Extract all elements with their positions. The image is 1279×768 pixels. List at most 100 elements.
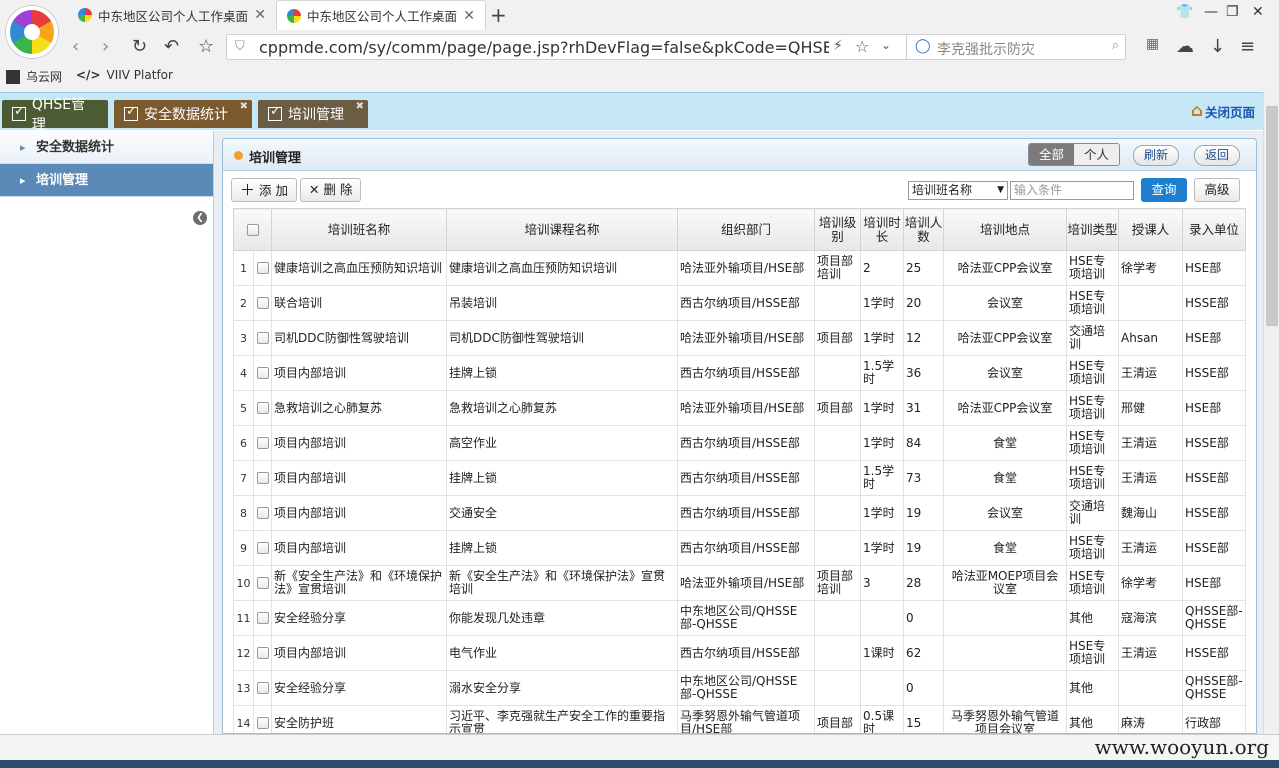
row-select-cell[interactable]	[253, 565, 272, 601]
col-header[interactable]: 培训类型	[1066, 208, 1119, 251]
col-header[interactable]: 培训课程名称	[446, 208, 678, 251]
chevron-down-icon[interactable]: ⌄	[881, 38, 891, 52]
course-name-cell[interactable]: 急救培训之心肺复苏	[446, 390, 678, 426]
course-name-cell[interactable]: 高空作业	[446, 425, 678, 461]
table-row[interactable]: 5 急救培训之心肺复苏 急救培训之心肺复苏 哈法亚外输项目/HSE部 项目部 1学时 31 哈…	[233, 390, 1246, 426]
row-checkbox[interactable]	[256, 332, 269, 344]
table-row[interactable]: 1 健康培训之高血压预防知识培训 健康培训之高血压预防知识培训 哈法亚外输项目/HSE…	[233, 250, 1246, 286]
favorite-star-icon[interactable]: ☆	[855, 37, 869, 56]
table-row[interactable]: 4 项目内部培训 挂牌上锁 西古尔纳项目/HSSE部 1.5学时 36 会议室 HSE专项培训…	[233, 355, 1246, 391]
col-header[interactable]: 培训人数	[903, 208, 944, 251]
scope-mine-button[interactable]: 个人	[1074, 144, 1120, 165]
search-field-select[interactable]: 培训班名称	[908, 181, 1008, 200]
bookmark-viiv[interactable]: </> VIIV Platfor	[76, 68, 173, 82]
bookmark-wooyun[interactable]: 乌云网	[6, 68, 62, 85]
table-row[interactable]: 13 安全经验分享 溺水安全分享 中东地区公司/QHSSE部-QHSSE 0 其他 QHSS…	[233, 670, 1246, 706]
reload-icon[interactable]: ↻	[132, 36, 147, 57]
sidebar-item-safety-stats[interactable]: 安全数据统计	[0, 131, 213, 164]
shirt-icon[interactable]: 👕	[1176, 4, 1193, 20]
row-select-cell[interactable]	[253, 460, 272, 496]
select-all-checkbox[interactable]	[246, 224, 259, 236]
apps-grid-icon[interactable]: ▦	[1146, 36, 1159, 52]
row-checkbox[interactable]	[256, 297, 269, 309]
row-select-cell[interactable]	[253, 495, 272, 531]
row-select-cell[interactable]	[253, 320, 272, 356]
select-all-cell[interactable]	[233, 208, 272, 251]
module-tab-training[interactable]: 培训管理 ✖	[258, 100, 368, 128]
row-checkbox[interactable]	[256, 647, 269, 659]
row-select-cell[interactable]	[253, 635, 272, 671]
close-icon[interactable]: ✖	[240, 101, 248, 112]
row-select-cell[interactable]	[253, 285, 272, 321]
star-icon[interactable]: ☆	[198, 36, 214, 57]
close-page-button[interactable]: ⌂ 关闭页面	[1191, 101, 1255, 121]
class-name-cell[interactable]: 项目内部培训	[271, 635, 447, 671]
address-bar[interactable]: ⛉ cppmde.com/sy/comm/page/page.jsp?rhDev…	[226, 34, 966, 60]
module-tab-safety-stats[interactable]: 安全数据统计 ✖	[114, 100, 252, 128]
row-select-cell[interactable]	[253, 670, 272, 706]
query-button[interactable]: 查询	[1141, 178, 1187, 202]
course-name-cell[interactable]: 电气作业	[446, 635, 678, 671]
search-icon[interactable]: ⌕	[1112, 38, 1119, 53]
table-row[interactable]: 8 项目内部培训 交通安全 西古尔纳项目/HSSE部 1学时 19 会议室 交通培训 魏海山 HS…	[233, 495, 1246, 531]
class-name-cell[interactable]: 项目内部培训	[271, 460, 447, 496]
class-name-cell[interactable]: 项目内部培训	[271, 530, 447, 566]
undo-icon[interactable]: ↶	[164, 36, 179, 57]
row-checkbox[interactable]	[256, 437, 269, 449]
row-checkbox[interactable]	[256, 682, 269, 694]
page-scrollbar[interactable]	[1263, 92, 1279, 734]
course-name-cell[interactable]: 挂牌上锁	[446, 530, 678, 566]
browser-tab[interactable]: 中东地区公司个人工作桌面 ✕	[68, 0, 276, 30]
course-name-cell[interactable]: 你能发现几处违章	[446, 600, 678, 636]
row-select-cell[interactable]	[253, 250, 272, 286]
lightning-icon[interactable]: ⚡	[833, 38, 843, 54]
row-select-cell[interactable]	[253, 705, 272, 733]
col-header[interactable]: 培训时长	[860, 208, 904, 251]
download-icon[interactable]: ↓	[1210, 36, 1225, 57]
row-checkbox[interactable]	[256, 717, 269, 729]
col-header[interactable]: 录入单位	[1182, 208, 1246, 251]
row-select-cell[interactable]	[253, 530, 272, 566]
scope-all-button[interactable]: 全部	[1029, 144, 1075, 165]
row-checkbox[interactable]	[256, 612, 269, 624]
close-icon[interactable]: ✕	[463, 8, 475, 24]
table-row[interactable]: 3 司机DDC防御性驾驶培训 司机DDC防御性驾驶培训 哈法亚外输项目/HSE部 项目部…	[233, 320, 1246, 356]
col-header[interactable]: 培训地点	[943, 208, 1067, 251]
row-select-cell[interactable]	[253, 355, 272, 391]
class-name-cell[interactable]: 项目内部培训	[271, 425, 447, 461]
row-select-cell[interactable]	[253, 390, 272, 426]
add-button[interactable]: ＋ 添 加	[231, 178, 297, 202]
table-row[interactable]: 7 项目内部培训 挂牌上锁 西古尔纳项目/HSSE部 1.5学时 73 食堂 HSE专项培训王…	[233, 460, 1246, 496]
class-name-cell[interactable]: 安全经验分享	[271, 600, 447, 636]
menu-icon[interactable]: ≡	[1240, 36, 1255, 57]
table-row[interactable]: 12 项目内部培训 电气作业 西古尔纳项目/HSSE部 1课时 62 HSE专项培训 王清运 H…	[233, 635, 1246, 671]
maximize-icon[interactable]: ❐	[1226, 4, 1239, 20]
col-header[interactable]: 组织部门	[677, 208, 815, 251]
close-icon[interactable]: ✕	[254, 7, 266, 23]
course-name-cell[interactable]: 挂牌上锁	[446, 355, 678, 391]
browser-logo-icon[interactable]	[6, 6, 58, 58]
close-window-icon[interactable]: ✕	[1252, 4, 1264, 20]
col-header[interactable]: 培训级别	[814, 208, 861, 251]
course-name-cell[interactable]: 挂牌上锁	[446, 460, 678, 496]
class-name-cell[interactable]: 安全经验分享	[271, 670, 447, 706]
course-name-cell[interactable]: 吊装培训	[446, 285, 678, 321]
class-name-cell[interactable]: 司机DDC防御性驾驶培训	[271, 320, 447, 356]
browser-tab-active[interactable]: 中东地区公司个人工作桌面 ✕	[276, 0, 486, 30]
table-row[interactable]: 10 新《安全生产法》和《环境保护法》宣贯培训 新《安全生产法》和《环境保护法》宣贯…	[233, 565, 1246, 601]
class-name-cell[interactable]: 安全防护班	[271, 705, 447, 733]
row-checkbox[interactable]	[256, 542, 269, 554]
back-button[interactable]: 返回	[1194, 145, 1241, 166]
row-checkbox[interactable]	[256, 472, 269, 484]
course-name-cell[interactable]: 新《安全生产法》和《环境保护法》宣贯培训	[446, 565, 678, 601]
row-select-cell[interactable]	[253, 425, 272, 461]
sidebar-item-training[interactable]: 培训管理	[0, 164, 213, 197]
table-row[interactable]: 6 项目内部培训 高空作业 西古尔纳项目/HSSE部 1学时 84 食堂 HSE专项培训 王清运…	[233, 425, 1246, 461]
course-name-cell[interactable]: 习近平、李克强就生产安全工作的重要指示宣贯	[446, 705, 678, 733]
table-row[interactable]: 9 项目内部培训 挂牌上锁 西古尔纳项目/HSSE部 1学时 19 食堂 HSE专项培训 王清运…	[233, 530, 1246, 566]
search-input[interactable]: ◯ 李克强批示防灾 ⌕	[906, 34, 1126, 60]
refresh-button[interactable]: 刷新	[1133, 145, 1180, 166]
table-row[interactable]: 2 联合培训 吊装培训 西古尔纳项目/HSSE部 1学时 20 会议室 HSE专项培训 HSSE…	[233, 285, 1246, 321]
cloud-icon[interactable]: ☁	[1176, 36, 1194, 57]
row-checkbox[interactable]	[256, 507, 269, 519]
